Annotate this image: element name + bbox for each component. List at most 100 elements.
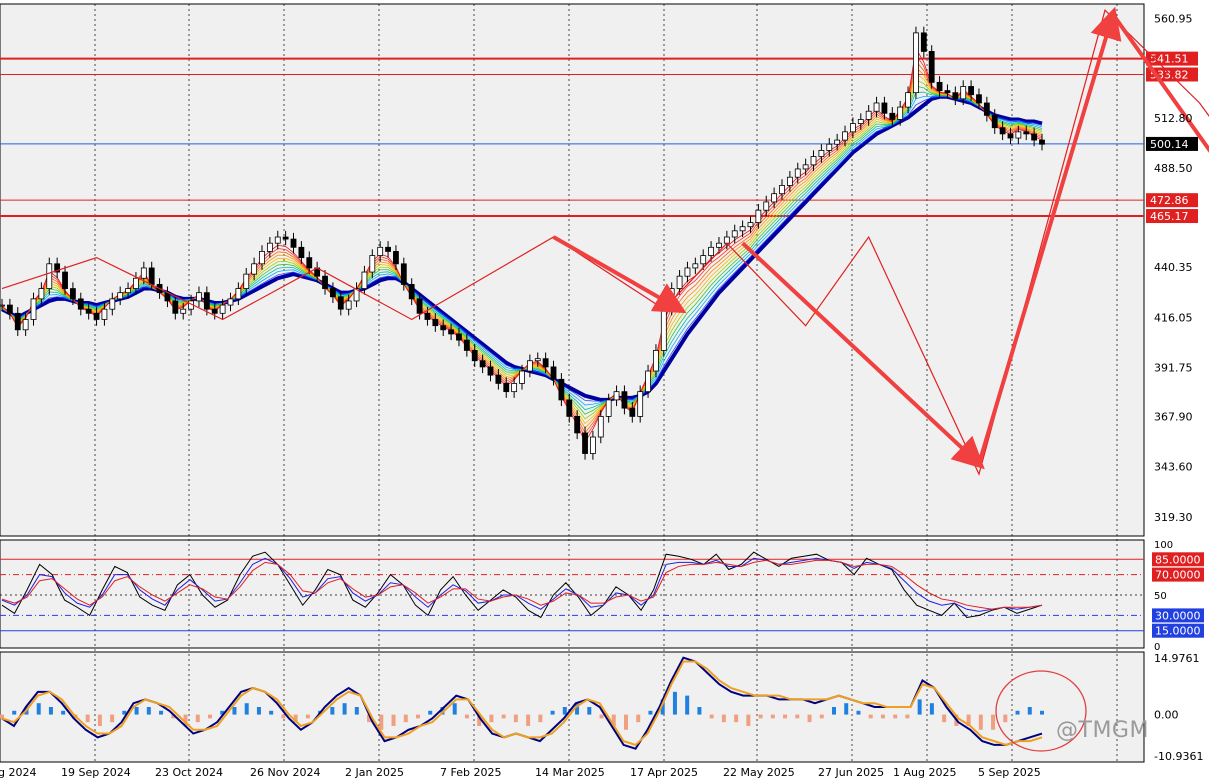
candle-body [755, 209, 762, 223]
candle-body [400, 263, 407, 285]
x-tick-label: 23 Oct 2024 [155, 766, 223, 779]
candle-body [913, 32, 919, 94]
x-tick-label: 7 Feb 2025 [440, 766, 501, 779]
macd-histogram-bar [868, 714, 873, 719]
macd-histogram-bar [36, 703, 41, 715]
candle-body [1031, 133, 1038, 141]
macd-histogram-bar [807, 714, 812, 723]
candle-body [558, 378, 565, 401]
macd-histogram-bar [146, 707, 151, 715]
macd-histogram-bar [501, 714, 506, 719]
candle-body [566, 399, 573, 417]
macd-histogram-bar [734, 714, 739, 723]
candle-body [526, 360, 533, 372]
candle-body [196, 292, 202, 302]
candle-body [385, 246, 391, 252]
candle-body [133, 277, 139, 289]
x-tick-label: 26 Nov 2024 [250, 766, 320, 779]
macd-histogram-bar [1027, 707, 1032, 715]
candle-body [779, 185, 785, 195]
candle-body [85, 308, 92, 314]
candle-body [905, 92, 911, 108]
macd-histogram-bar [819, 714, 824, 719]
candle-body [62, 271, 68, 289]
candle-body [180, 308, 187, 314]
macd-histogram-bar [942, 714, 947, 723]
macd-histogram-bar [428, 710, 433, 715]
macd-histogram-bar [587, 707, 592, 715]
macd-histogram-bar [97, 714, 102, 726]
macd-histogram-bar [562, 707, 567, 715]
candle-body [842, 131, 848, 141]
candle-body [983, 102, 990, 116]
candle-body [172, 300, 179, 314]
macd-histogram-bar [721, 714, 726, 723]
macd-histogram-bar [599, 714, 604, 719]
macd-histogram-bar [832, 707, 836, 715]
macd-histogram-bar [134, 707, 139, 715]
macd-histogram-bar [208, 714, 212, 719]
macd-histogram-bar [672, 691, 677, 715]
stoch-level-tag-label: 15.0000 [1155, 625, 1201, 638]
candle-body [708, 246, 714, 256]
candle-body [266, 242, 273, 252]
macd-histogram-bar [709, 714, 714, 719]
candle-body [487, 366, 494, 376]
x-tick-label: 27 Jun 2025 [818, 766, 884, 779]
candle-body [259, 251, 265, 265]
candle-body [416, 298, 423, 314]
candle-body [534, 358, 541, 362]
macd-histogram-bar [330, 707, 335, 715]
price-tick-label: 367.90 [1154, 411, 1193, 424]
candle-body [944, 90, 951, 94]
candle-body [723, 236, 730, 244]
macd-histogram-bar [195, 714, 200, 723]
candle-body [676, 275, 683, 289]
macd-histogram-bar [159, 710, 164, 715]
candle-body [14, 312, 21, 331]
level-tag-label: 472.86 [1150, 194, 1189, 207]
candle-body [1039, 139, 1045, 145]
candle-body [424, 312, 431, 320]
macd-histogram-bar [342, 703, 347, 715]
candle-body [298, 246, 305, 259]
candle-body [30, 298, 37, 320]
candle-body [590, 436, 596, 454]
stoch-tick-label: 50 [1154, 591, 1167, 602]
candle-body [621, 391, 628, 409]
candle-body [818, 150, 825, 157]
macd-histogram-bar [256, 707, 261, 715]
candle-body [613, 391, 620, 401]
x-tick-label: 19 Sep 2024 [61, 766, 131, 779]
candle-body [968, 86, 974, 96]
candle-body [345, 300, 352, 310]
candle-body [629, 407, 636, 417]
candle-body [77, 298, 84, 310]
macd-histogram-bar [624, 714, 628, 730]
macd-histogram-bar [379, 714, 384, 730]
candle-body [117, 292, 124, 300]
level-tag-label: 465.17 [1150, 210, 1189, 223]
candle-body [440, 325, 447, 331]
stoch-level-tag-label: 85.0000 [1155, 553, 1201, 566]
macd-histogram-bar [244, 703, 249, 715]
candle-body [463, 339, 470, 351]
macd-histogram-bar [844, 703, 849, 715]
macd-histogram-bar [929, 703, 934, 715]
candle-body [519, 370, 525, 384]
macd-histogram-bar [110, 714, 115, 723]
macd-histogram-bar [452, 703, 457, 715]
macd-histogram-bar [489, 714, 494, 723]
candle-body [203, 292, 210, 310]
stoch-level-tag-label: 30.0000 [1155, 609, 1201, 622]
candle-body [1007, 133, 1014, 139]
candle-body [605, 399, 612, 417]
macd-histogram-bar [12, 710, 17, 715]
candle-body [503, 383, 510, 393]
candle-body [645, 370, 651, 393]
candle-body [6, 304, 13, 314]
candle-body [920, 32, 927, 52]
candle-body [716, 242, 722, 248]
candle-body [834, 139, 841, 145]
price-tick-label: 440.35 [1154, 261, 1193, 274]
